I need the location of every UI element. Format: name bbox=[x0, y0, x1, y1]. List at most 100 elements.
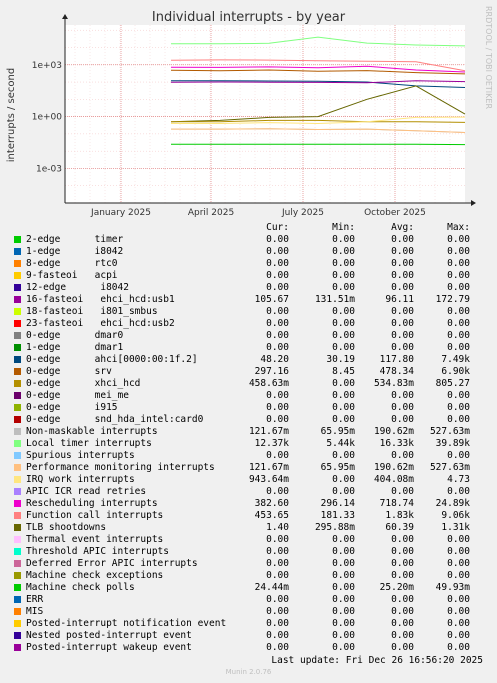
legend-max: 0.00 bbox=[447, 486, 470, 497]
legend-row: 0-edge xhci_hcd 458.63m 0.00 534.83m 805.27 bbox=[14, 378, 484, 390]
legend-label: Function call interrupts bbox=[26, 510, 164, 521]
legend-min: 0.00 bbox=[332, 618, 355, 629]
legend-label: 0-edge ahci[0000:00:1f.2] bbox=[26, 354, 198, 365]
y-tick-label: 1e+03 bbox=[32, 61, 62, 71]
legend-cur: 0.00 bbox=[266, 486, 289, 497]
legend-avg: 96.11 bbox=[385, 294, 414, 305]
legend-min: 296.14 bbox=[320, 498, 355, 509]
legend-row: TLB shootdowns 1.40 295.88m 60.39 1.31k bbox=[14, 522, 484, 534]
x-tick-label: October 2025 bbox=[364, 208, 426, 218]
legend-cur: 121.67m bbox=[248, 426, 289, 437]
legend-max: 0.00 bbox=[447, 330, 470, 341]
legend-row: Non-maskable interrupts 121.67m 65.95m 190.… bbox=[14, 426, 484, 438]
legend-min: 65.95m bbox=[320, 426, 355, 437]
legend-swatch bbox=[14, 284, 21, 291]
legend-row: 23-fasteoi ehci_hcd:usb2 0.00 0.00 0.00 0.00 bbox=[14, 318, 484, 330]
legend-swatch bbox=[14, 500, 21, 507]
legend-max: 39.89k bbox=[435, 438, 470, 449]
legend-label: 9-fasteoi acpi bbox=[26, 270, 118, 281]
legend-min: 0.00 bbox=[332, 234, 355, 245]
legend-min: 0.00 bbox=[332, 414, 355, 425]
legend-min: 181.33 bbox=[320, 510, 355, 521]
legend-avg: 0.00 bbox=[391, 234, 414, 245]
legend-avg: 0.00 bbox=[391, 450, 414, 461]
legend-avg: 0.00 bbox=[391, 402, 414, 413]
legend-max: 0.00 bbox=[447, 450, 470, 461]
legend-label: MIS bbox=[26, 606, 44, 617]
x-tick-label: April 2025 bbox=[188, 208, 234, 218]
legend-row: 2-edge timer 0.00 0.00 0.00 0.00 bbox=[14, 234, 484, 246]
legend-min: 0.00 bbox=[332, 642, 355, 653]
legend-avg: 0.00 bbox=[391, 534, 414, 545]
legend-min: 0.00 bbox=[332, 486, 355, 497]
legend-avg: 0.00 bbox=[391, 570, 414, 581]
legend-swatch bbox=[14, 380, 21, 387]
legend-swatch bbox=[14, 644, 21, 651]
legend-swatch bbox=[14, 524, 21, 531]
legend-row: MIS 0.00 0.00 0.00 0.00 bbox=[14, 606, 484, 618]
legend-cur: 0.00 bbox=[266, 330, 289, 341]
legend-swatch bbox=[14, 536, 21, 543]
legend-avg: 190.62m bbox=[373, 426, 414, 437]
legend-label: Rescheduling interrupts bbox=[26, 498, 158, 509]
legend-max: 0.00 bbox=[447, 270, 470, 281]
legend-label: IRQ work interrupts bbox=[26, 474, 135, 485]
legend-max: 9.06k bbox=[441, 510, 470, 521]
legend-avg: 0.00 bbox=[391, 630, 414, 641]
munin-version: Munin 2.0.76 bbox=[225, 668, 272, 676]
legend-row: 0-edge srv 297.16 8.45 478.34 6.90k bbox=[14, 366, 484, 378]
legend-avg: 718.74 bbox=[379, 498, 414, 509]
legend-cur: 12.37k bbox=[254, 438, 289, 449]
legend-swatch bbox=[14, 464, 21, 471]
x-axis-arrow bbox=[471, 200, 476, 206]
legend-avg: 0.00 bbox=[391, 606, 414, 617]
legend-min: 0.00 bbox=[332, 606, 355, 617]
legend-row: Posted-interrupt wakeup event 0.00 0.00 0.0… bbox=[14, 642, 484, 654]
legend-cur: 0.00 bbox=[266, 534, 289, 545]
legend-row: 0-edge i915 0.00 0.00 0.00 0.00 bbox=[14, 402, 484, 414]
legend-swatch bbox=[14, 428, 21, 435]
legend-min: 0.00 bbox=[332, 330, 355, 341]
legend-row: Machine check polls 24.44m 0.00 25.20m 49.93… bbox=[14, 582, 484, 594]
legend-row: Thermal event interrupts 0.00 0.00 0.00 0.00 bbox=[14, 534, 484, 546]
legend-min: 0.00 bbox=[332, 282, 355, 293]
legend-cur: 0.00 bbox=[266, 270, 289, 281]
legend-label: Nested posted-interrupt event bbox=[26, 630, 192, 641]
legend-cur: 0.00 bbox=[266, 282, 289, 293]
legend-cur: 0.00 bbox=[266, 246, 289, 257]
legend-row: Deferred Error APIC interrupts 0.00 0.00 0.… bbox=[14, 558, 484, 570]
legend-avg: 117.80 bbox=[379, 354, 414, 365]
legend-label: Thermal event interrupts bbox=[26, 534, 164, 545]
y-axis-label: interrupts / second bbox=[6, 68, 17, 162]
legend-cur: 0.00 bbox=[266, 234, 289, 245]
chart-title: Individual interrupts - by year bbox=[151, 10, 346, 25]
legend-avg: 25.20m bbox=[379, 582, 414, 593]
legend-avg: 0.00 bbox=[391, 270, 414, 281]
legend-cur: 0.00 bbox=[266, 414, 289, 425]
legend-label: 12-edge i8042 bbox=[26, 282, 129, 293]
legend-max: 0.00 bbox=[447, 246, 470, 257]
legend-cur: 24.44m bbox=[254, 582, 289, 593]
legend-max: 0.00 bbox=[447, 630, 470, 641]
legend-cur: 0.00 bbox=[266, 258, 289, 269]
legend-row: APIC ICR read retries 0.00 0.00 0.00 0.00 bbox=[14, 486, 484, 498]
legend-avg: 0.00 bbox=[391, 390, 414, 401]
rrdtool-credit: RRDTOOL / TOBI OETIKER bbox=[484, 6, 493, 110]
legend-cur: 0.00 bbox=[266, 630, 289, 641]
legend-min: 0.00 bbox=[332, 582, 355, 593]
legend-label: 8-edge rtc0 bbox=[26, 258, 118, 269]
legend-swatch bbox=[14, 452, 21, 459]
legend-row: 1-edge i8042 0.00 0.00 0.00 0.00 bbox=[14, 246, 484, 258]
legend-cur: 453.65 bbox=[254, 510, 289, 521]
legend-avg: 0.00 bbox=[391, 486, 414, 497]
legend-row: 0-edge ahci[0000:00:1f.2] 48.20 30.19 117.8… bbox=[14, 354, 484, 366]
legend-avg: 0.00 bbox=[391, 414, 414, 425]
legend-min: 0.00 bbox=[332, 378, 355, 389]
legend-max: 0.00 bbox=[447, 282, 470, 293]
legend-row: 9-fasteoi acpi 0.00 0.00 0.00 0.00 bbox=[14, 270, 484, 282]
legend-swatch bbox=[14, 440, 21, 447]
header-cur: Cur: bbox=[266, 222, 289, 233]
legend-swatch bbox=[14, 356, 21, 363]
legend-swatch bbox=[14, 368, 21, 375]
legend-swatch bbox=[14, 488, 21, 495]
